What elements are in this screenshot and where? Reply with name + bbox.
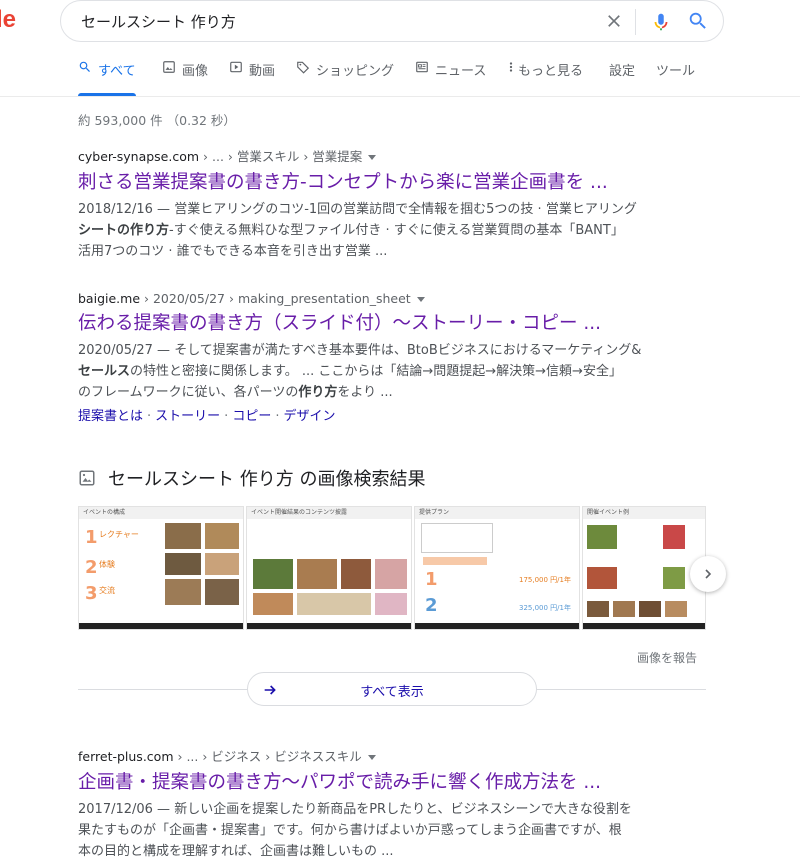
snippet-text: の特性と密接に関係します。 ... ここからは「結論→問題提起→解決策→信頼→安… <box>130 364 622 379</box>
tab-news[interactable]: ニュース <box>415 60 486 96</box>
image-thumbnail[interactable]: 提供プラン 1 2 175,000 円/1年 325,000 円/1年 <box>414 506 580 630</box>
result-path: › 2020/05/27 › making_presentation_sheet <box>140 291 411 306</box>
image-results-title[interactable]: セールスシート 作り方 の画像検索結果 <box>108 465 425 491</box>
show-all-label: すべて表示 <box>360 685 424 700</box>
image-carousel: イベントの構成 1 レクチャー 2 体験 3 交流 イベント開催結果のコンテンツ… <box>78 506 706 630</box>
image-thumbnail[interactable]: イベント開催結果のコンテンツ披露 <box>246 506 412 630</box>
tab-videos[interactable]: 動画 <box>229 60 275 96</box>
result-cite[interactable]: cyber-synapse.com › ... › 営業スキル › 営業提案 <box>78 146 718 165</box>
sitelink[interactable]: 提案書とは <box>78 409 143 424</box>
search-icon[interactable] <box>687 10 709 32</box>
tab-more[interactable]: もっと見る <box>508 60 583 96</box>
thumb-caption: イベントの構成 <box>79 507 243 519</box>
search-result: baigie.me › 2020/05/27 › making_presenta… <box>78 291 718 424</box>
search-result: ferret-plus.com › ... › ビジネス › ビジネススキル 企… <box>78 746 718 862</box>
chevron-down-icon[interactable] <box>368 155 377 160</box>
chevron-down-icon[interactable] <box>367 755 376 760</box>
sitelink[interactable]: コピー <box>232 409 271 424</box>
result-snippet: 2020/05/27 — そして提案書が満たすべき基本要件は、BtoBビジネスに… <box>78 340 718 403</box>
thumb-text: 体験 <box>99 560 115 569</box>
sitelink[interactable]: デザイン <box>283 409 335 424</box>
tab-images[interactable]: 画像 <box>162 60 208 96</box>
thumb-text: 325,000 円/1年 <box>519 604 571 612</box>
thumb-caption: イベント開催結果のコンテンツ披露 <box>247 507 411 519</box>
image-thumbnail[interactable]: 開催イベント例 <box>582 506 706 630</box>
snippet-text: をより ... <box>337 385 393 400</box>
tab-tools[interactable]: ツール <box>656 60 695 96</box>
tab-label: 画像 <box>182 64 209 79</box>
tab-label: ニュース <box>435 64 487 79</box>
thumb-caption: 開催イベント例 <box>583 507 705 519</box>
result-snippet: 2018/12/16 — 営業ヒアリングのコツ-1回の営業訪問で全情報を掴む5つ… <box>78 199 718 262</box>
search-icon <box>79 61 90 72</box>
search-result: cyber-synapse.com › ... › 営業スキル › 営業提案 刺… <box>78 146 718 262</box>
result-snippet: 2017/12/06 — 新しい企画を提案したり新商品をPRしたりと、ビジネスシ… <box>78 799 718 862</box>
snippet-text: 果たすものが「企画書・提案書」です。何から書けばよいか戸惑ってしまう企画書ですが… <box>78 823 622 838</box>
result-domain: baigie.me <box>78 291 141 306</box>
news-icon <box>416 61 428 73</box>
result-path: › ... › 営業スキル › 営業提案 <box>199 149 363 164</box>
result-cite[interactable]: baigie.me › 2020/05/27 › making_presenta… <box>78 291 718 306</box>
video-icon <box>230 61 242 73</box>
chevron-down-icon[interactable] <box>416 297 425 302</box>
snippet-text: 活用7つのコツ · 誰でもできる本音を引き出す営業 ... <box>78 244 388 259</box>
sitelink[interactable]: ストーリー <box>155 409 220 424</box>
snippet-highlight: 作り方 <box>298 385 338 400</box>
tab-label: もっと見る <box>518 64 584 79</box>
result-sitelinks: 提案書とは · ストーリー · コピー · デザイン <box>78 409 336 424</box>
result-stats: 約 593,000 件 （0.32 秒） <box>78 113 236 128</box>
snippet-text: 2017/12/06 — 新しい企画を提案したり新商品をPRしたりと、ビジネスシ… <box>78 802 632 817</box>
image-thumbnail[interactable]: イベントの構成 1 レクチャー 2 体験 3 交流 <box>78 506 244 630</box>
snippet-highlight: セールス <box>78 364 131 379</box>
result-title[interactable]: 企画書・提案書の書き方～パワポで読み手に響く作成方法を ... <box>78 771 718 795</box>
thumb-text: 175,000 円/1年 <box>519 576 571 584</box>
snippet-highlight: 作り方 <box>130 223 170 238</box>
search-box <box>60 0 724 42</box>
carousel-next-button[interactable] <box>690 556 726 592</box>
tab-all[interactable]: すべて <box>78 60 136 96</box>
thumb-text: 交流 <box>99 586 115 595</box>
result-title[interactable]: 刺さる営業提案書の書き方-コンセプトから楽に営業企画書を ... <box>78 171 718 195</box>
result-cite[interactable]: ferret-plus.com › ... › ビジネス › ビジネススキル <box>78 746 718 765</box>
snippet-text: -すぐ使える無料ひな型ファイル付き · すぐに使える営業質問の基本「BANT」 <box>169 223 624 238</box>
show-all-button[interactable]: すべて表示 <box>247 672 537 706</box>
result-title[interactable]: 伝わる提案書の書き方（スライド付）～ストーリー・コピー ... <box>78 312 718 336</box>
snippet-text: 本の目的と構成を理解すれば、企画書は難しいもの ... <box>78 844 394 859</box>
snippet-highlight: シートの <box>78 223 131 238</box>
snippet-text: 2020/05/27 — そして提案書が満たすべき基本要件は、BtoBビジネスに… <box>78 343 642 358</box>
image-results-heading: セールスシート 作り方 の画像検索結果 <box>78 465 425 491</box>
snippet-text: 2018/12/16 — 営業ヒアリングのコツ-1回の営業訪問で全情報を掴む5つ… <box>78 202 637 217</box>
result-domain: ferret-plus.com <box>78 749 174 764</box>
snippet-text: のフレームワークに従い、各パーツの <box>78 385 299 400</box>
microphone-icon[interactable] <box>650 10 672 34</box>
tabs-divider <box>0 96 800 97</box>
thumb-caption: 提供プラン <box>415 507 579 519</box>
tab-label: すべて <box>98 64 136 79</box>
tab-label: ツール <box>656 64 696 79</box>
tab-label: ショッピング <box>316 64 395 79</box>
tag-icon <box>297 61 310 74</box>
tab-label: 動画 <box>249 64 276 79</box>
result-path: › ... › ビジネス › ビジネススキル <box>173 749 362 764</box>
report-images-link[interactable]: 画像を報告 <box>637 649 697 666</box>
tab-settings[interactable]: 設定 <box>609 60 635 96</box>
search-input[interactable] <box>79 11 563 31</box>
more-vert-icon <box>509 62 513 72</box>
tab-shopping[interactable]: ショッピング <box>296 60 394 96</box>
image-icon <box>163 61 175 73</box>
chevron-right-icon <box>705 569 712 579</box>
thumb-text: レクチャー <box>99 530 139 539</box>
search-divider <box>635 9 636 35</box>
clear-icon[interactable] <box>604 11 624 31</box>
google-logo-fragment[interactable]: le <box>0 6 16 34</box>
tab-label: 設定 <box>609 64 636 79</box>
image-icon <box>79 470 95 486</box>
result-domain: cyber-synapse.com <box>78 149 200 164</box>
